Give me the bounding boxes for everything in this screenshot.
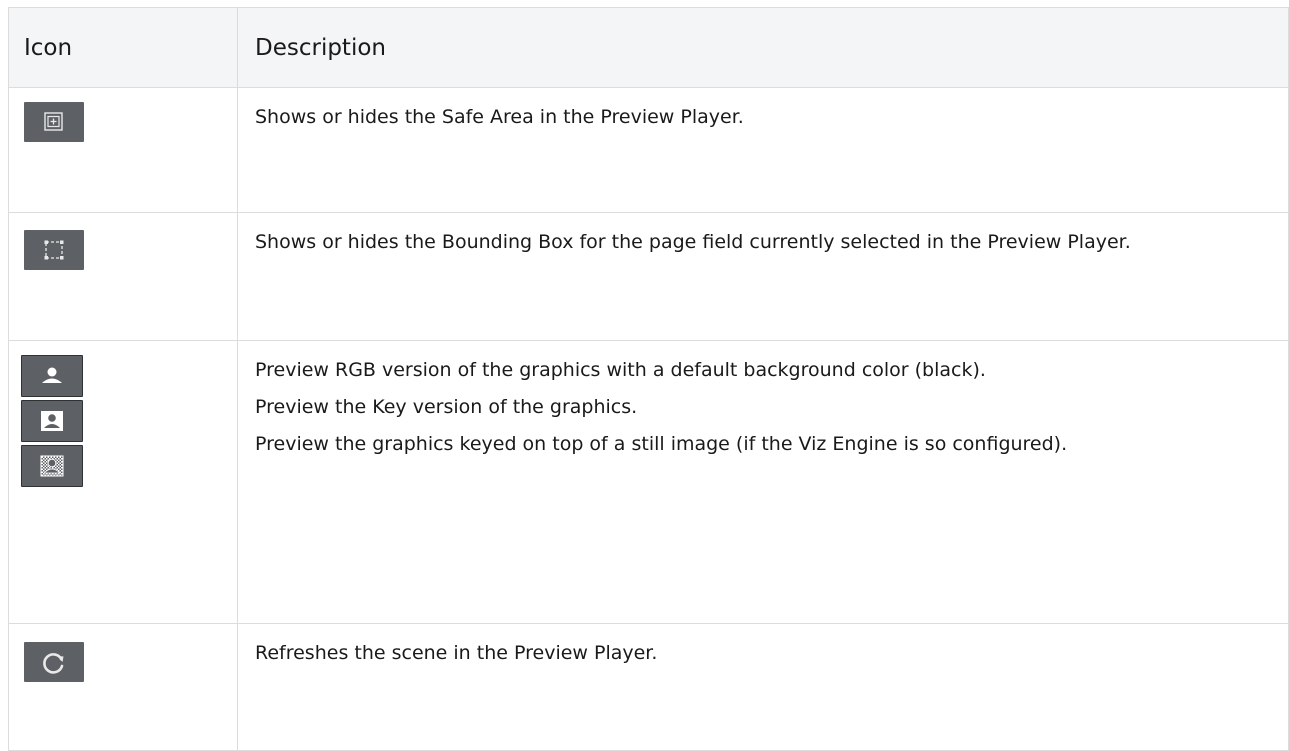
description-text: Preview the graphics keyed on top of a s… xyxy=(255,433,1068,455)
preview-mode-buttons xyxy=(21,355,87,487)
table-row: Preview RGB version of the graphics with… xyxy=(8,340,1289,624)
still-image-preview-icon[interactable] xyxy=(21,445,83,487)
description-cell: Shows or hides the Safe Area in the Prev… xyxy=(237,87,1289,213)
bounding-box-icon[interactable] xyxy=(24,230,84,270)
table-row: Shows or hides the Bounding Box for the … xyxy=(8,212,1289,341)
description-text: Refreshes the scene in the Preview Playe… xyxy=(255,642,658,664)
icon-column-header: Icon xyxy=(8,7,238,88)
description-cell: Preview RGB version of the graphics with… xyxy=(237,340,1289,624)
icon-cell xyxy=(8,87,238,213)
table-row: Refreshes the scene in the Preview Playe… xyxy=(8,623,1289,751)
description-text: Preview RGB version of the graphics with… xyxy=(255,359,986,381)
table-header-row: Icon Description xyxy=(8,7,1289,88)
table-row: Shows or hides the Safe Area in the Prev… xyxy=(8,87,1289,213)
refresh-icon[interactable] xyxy=(24,642,84,682)
description-header-label: Description xyxy=(255,34,386,61)
icon-cell xyxy=(8,340,238,624)
description-text: Preview the Key version of the graphics. xyxy=(255,396,638,418)
icon-header-label: Icon xyxy=(24,34,73,61)
description-cell: Shows or hides the Bounding Box for the … xyxy=(237,212,1289,341)
description-cell: Refreshes the scene in the Preview Playe… xyxy=(237,623,1289,751)
description-column-header: Description xyxy=(237,7,1289,88)
safe-area-icon[interactable] xyxy=(24,102,84,142)
key-preview-icon[interactable] xyxy=(21,400,83,442)
icon-cell xyxy=(8,212,238,341)
rgb-preview-icon[interactable] xyxy=(21,355,83,397)
icon-cell xyxy=(8,623,238,751)
description-text: Shows or hides the Bounding Box for the … xyxy=(255,231,1131,253)
description-text: Shows or hides the Safe Area in the Prev… xyxy=(255,106,744,128)
icon-description-table: Icon Description Shows or hides the Safe… xyxy=(8,7,1289,751)
